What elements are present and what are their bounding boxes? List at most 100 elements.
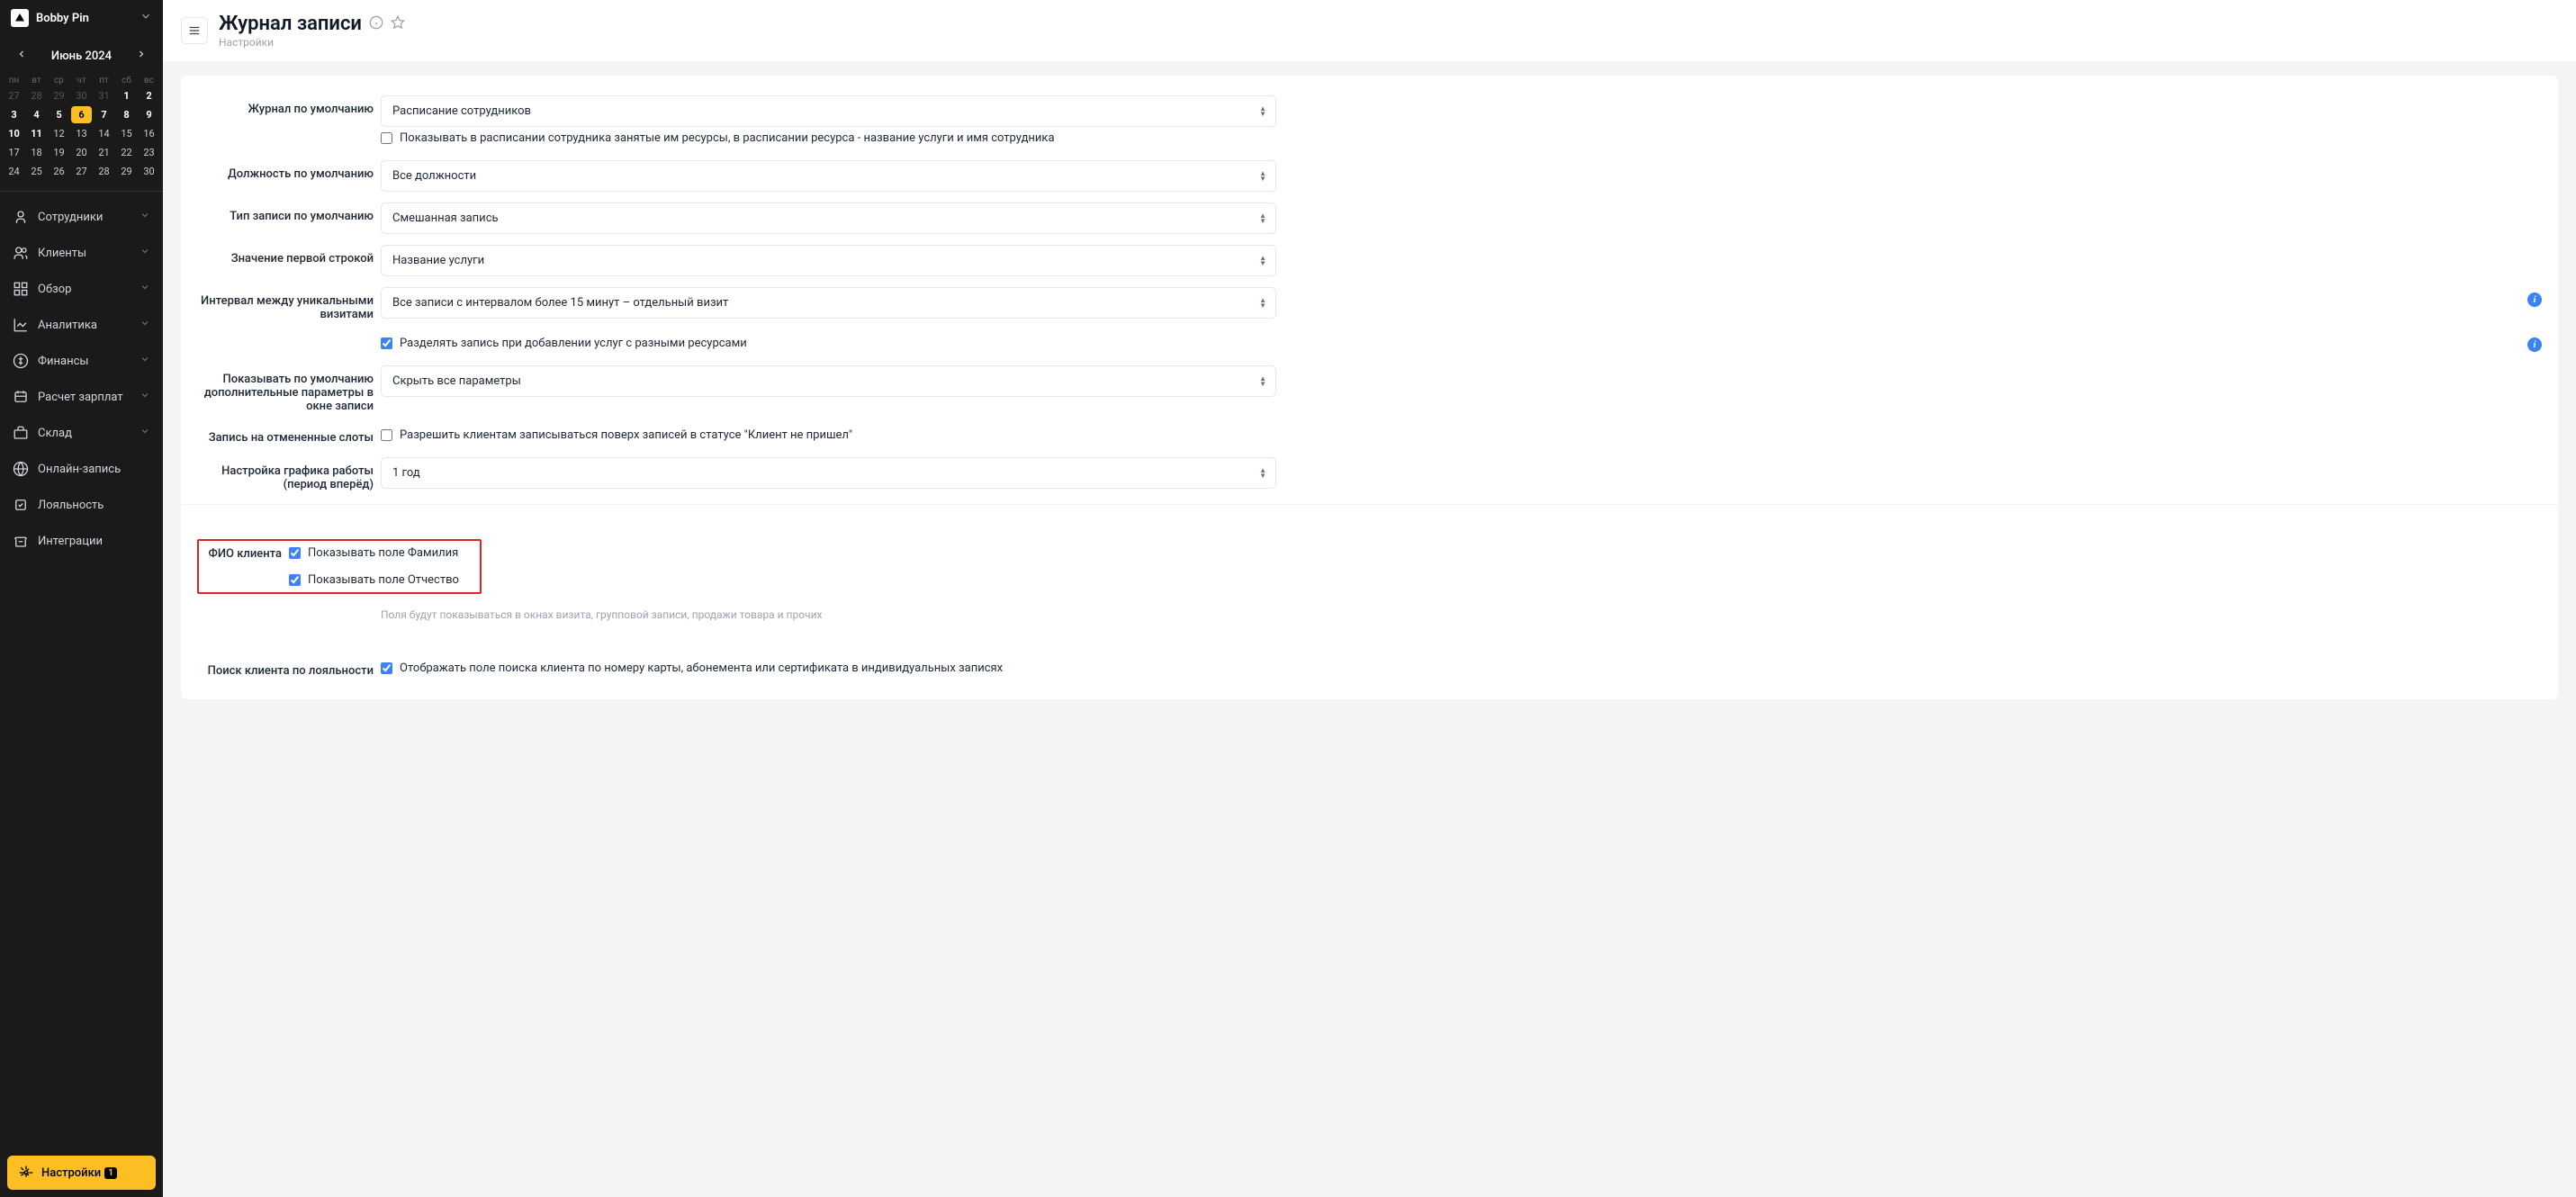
checkbox-patronymic[interactable] [289, 574, 301, 586]
nav-label: Лояльность [38, 499, 150, 512]
calendar-day[interactable]: 3 [4, 106, 24, 123]
nav-item-8[interactable]: Лояльность [0, 487, 163, 523]
calendar-day[interactable]: 31 [94, 87, 114, 104]
calendar-day[interactable]: 27 [4, 87, 24, 104]
brand-selector[interactable]: Bobby Pin [0, 0, 163, 36]
checkbox-split-record[interactable] [381, 338, 392, 349]
calendar-next[interactable] [131, 47, 152, 65]
settings-form: Журнал по умолчанию Расписание сотрудник… [181, 76, 2558, 699]
calendar-day[interactable]: 2 [139, 87, 159, 104]
nav-item-9[interactable]: Интеграции [0, 523, 163, 559]
label-record-type: Тип записи по умолчанию [197, 202, 381, 223]
calendar-day[interactable]: 27 [71, 163, 92, 180]
calendar-day[interactable]: 1 [116, 87, 137, 104]
calendar-day[interactable]: 12 [49, 125, 69, 142]
calendar-day[interactable]: 18 [26, 144, 47, 161]
calendar-day[interactable]: 13 [71, 125, 92, 142]
calendar-day[interactable]: 9 [139, 106, 159, 123]
brand-name: Bobby Pin [36, 12, 140, 25]
calendar-day[interactable]: 5 [49, 106, 69, 123]
nav-item-5[interactable]: Расчет зарплат [0, 379, 163, 415]
checkbox-show-resources[interactable] [381, 132, 392, 144]
nav-label: Аналитика [38, 319, 140, 332]
nav-icon [13, 533, 29, 549]
select-record-type[interactable]: Смешанная запись ▲▼ [381, 202, 1276, 234]
calendar-day[interactable]: 8 [116, 106, 137, 123]
nav-icon [13, 425, 29, 441]
select-arrows-icon: ▲▼ [1259, 298, 1266, 309]
calendar-day[interactable]: 7 [94, 106, 114, 123]
label-interval: Интервал между уникальными визитами [197, 287, 381, 321]
info-tooltip-icon[interactable]: i [2527, 338, 2542, 352]
calendar-day[interactable]: 22 [116, 144, 137, 161]
calendar-day[interactable]: 15 [116, 125, 137, 142]
page-title: Журнал записи [219, 13, 362, 35]
chevron-down-icon [140, 318, 150, 332]
calendar-prev[interactable] [11, 47, 32, 65]
info-icon[interactable] [369, 15, 383, 33]
calendar-day[interactable]: 30 [139, 163, 159, 180]
select-journal-default[interactable]: Расписание сотрудников ▲▼ [381, 95, 1276, 127]
label-schedule: Настройка графика работы (период вперёд) [197, 457, 381, 491]
calendar-day[interactable]: 4 [26, 106, 47, 123]
calendar-day[interactable]: 10 [4, 125, 24, 142]
calendar-day[interactable]: 29 [116, 163, 137, 180]
gear-icon [18, 1165, 34, 1181]
sidebar: Bobby Pin Июнь 2024 пнвтсрчтптсбвс 27282… [0, 0, 163, 1197]
star-icon[interactable] [391, 15, 405, 33]
checkbox-label: Разделять запись при добавлении услуг с … [400, 337, 747, 350]
calendar-day[interactable]: 21 [94, 144, 114, 161]
calendar-day[interactable]: 29 [49, 87, 69, 104]
calendar-day[interactable]: 6 [71, 106, 92, 123]
checkbox-label: Разрешить клиентам записываться поверх з… [400, 428, 852, 442]
label-cancelled: Запись на отмененные слоты [197, 424, 381, 445]
select-interval[interactable]: Все записи с интервалом более 15 минут –… [381, 287, 1276, 319]
select-extra-params[interactable]: Скрыть все параметры ▲▼ [381, 365, 1276, 397]
calendar-dow: сб [116, 74, 137, 87]
nav-item-3[interactable]: Аналитика [0, 307, 163, 343]
nav-icon [13, 209, 29, 225]
nav-item-4[interactable]: Финансы [0, 343, 163, 379]
nav-item-6[interactable]: Склад [0, 415, 163, 451]
info-tooltip-icon[interactable]: i [2527, 292, 2542, 307]
nav-label: Интеграции [38, 535, 150, 548]
nav-item-0[interactable]: Сотрудники [0, 199, 163, 235]
select-first-line[interactable]: Название услуги ▲▼ [381, 245, 1276, 276]
calendar-day[interactable]: 19 [49, 144, 69, 161]
nav-icon [13, 281, 29, 297]
calendar-day[interactable]: 23 [139, 144, 159, 161]
chevron-down-icon [140, 390, 150, 404]
nav-icon [13, 461, 29, 477]
nav-menu: Сотрудники Клиенты Обзор Аналитика Финан… [0, 192, 163, 1148]
calendar-day[interactable]: 25 [26, 163, 47, 180]
select-position-default[interactable]: Все должности ▲▼ [381, 160, 1276, 192]
calendar-day[interactable]: 24 [4, 163, 24, 180]
nav-item-1[interactable]: Клиенты [0, 235, 163, 271]
calendar-day[interactable]: 30 [71, 87, 92, 104]
calendar-dow: ср [49, 74, 69, 87]
menu-toggle[interactable] [181, 17, 208, 44]
calendar-day[interactable]: 20 [71, 144, 92, 161]
nav-label: Сотрудники [38, 211, 140, 224]
nav-item-7[interactable]: Онлайн-запись [0, 451, 163, 487]
calendar-day[interactable]: 28 [94, 163, 114, 180]
calendar-day[interactable]: 14 [94, 125, 114, 142]
checkbox-cancelled[interactable] [381, 429, 392, 441]
settings-button[interactable]: Настройки 1 [7, 1156, 156, 1190]
calendar-day[interactable]: 11 [26, 125, 47, 142]
select-arrows-icon: ▲▼ [1259, 376, 1266, 387]
nav-item-2[interactable]: Обзор [0, 271, 163, 307]
page-header: Журнал записи Настройки [163, 0, 2576, 61]
nav-icon [13, 497, 29, 513]
calendar-day[interactable]: 26 [49, 163, 69, 180]
checkbox-loyalty-search[interactable] [381, 662, 392, 674]
select-schedule[interactable]: 1 год ▲▼ [381, 457, 1276, 489]
checkbox-surname[interactable] [289, 547, 301, 559]
select-arrows-icon: ▲▼ [1259, 256, 1266, 266]
calendar-day[interactable]: 28 [26, 87, 47, 104]
checkbox-label: Показывать поле Отчество [308, 573, 459, 587]
calendar-day[interactable]: 16 [139, 125, 159, 142]
nav-icon [13, 317, 29, 333]
calendar-day[interactable]: 17 [4, 144, 24, 161]
breadcrumb: Настройки [219, 36, 405, 49]
